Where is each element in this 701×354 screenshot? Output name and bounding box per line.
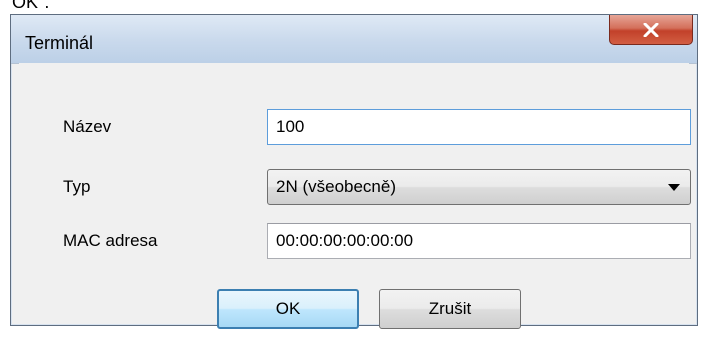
type-select[interactable]: 2N (všeobecně) — [267, 169, 691, 205]
close-button[interactable] — [609, 15, 693, 45]
terminal-dialog: Terminál Název 100 Typ 2N (všeobecně) MA… — [10, 14, 698, 329]
cancel-button-label: Zrušit — [428, 299, 472, 318]
ok-button-label: OK — [275, 299, 301, 318]
name-label: Název — [63, 117, 112, 136]
close-icon — [643, 22, 659, 37]
dialog-title: Terminál — [25, 33, 94, 53]
type-label: Typ — [63, 177, 91, 196]
dialog-content: Název 100 Typ 2N (všeobecně) MAC adresa … — [19, 63, 691, 329]
type-select-value: 2N (všeobecně) — [276, 177, 397, 196]
chevron-down-icon — [668, 184, 680, 191]
title-bar[interactable]: Terminál — [11, 15, 697, 64]
name-field[interactable]: 100 — [267, 109, 691, 145]
mac-label: MAC adresa — [63, 231, 158, 250]
ok-button[interactable]: OK — [217, 289, 359, 329]
background-text-fragment: OK". — [12, 0, 50, 12]
page: OK". Terminál Název 100 Typ 2N (všeobecn… — [0, 0, 701, 354]
cancel-button[interactable]: Zrušit — [379, 289, 521, 329]
mac-address-field[interactable]: 00:00:00:00:00:00 — [267, 223, 691, 259]
